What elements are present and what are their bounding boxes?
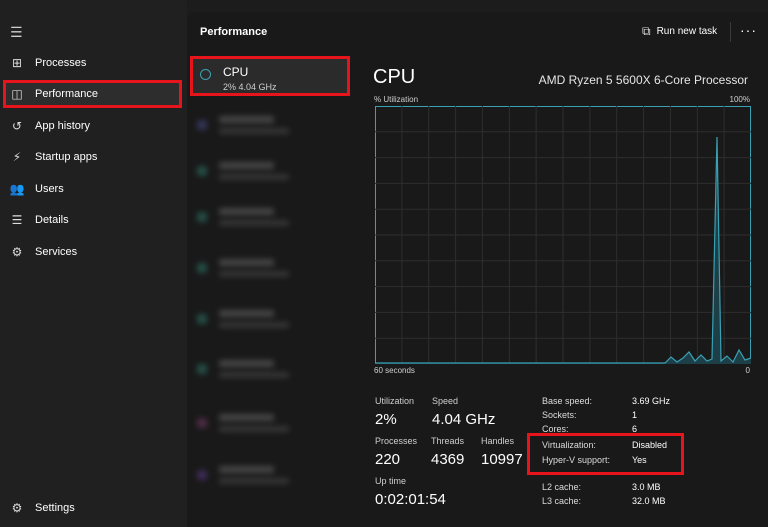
sidebar-item-label: Details: [35, 214, 69, 226]
l2-cache-value: 3.0 MB: [632, 482, 661, 492]
users-icon: 👥: [9, 182, 25, 196]
sidebar-item-label: Users: [35, 183, 64, 195]
device-status-icon: [197, 120, 207, 130]
app-history-icon: ↺: [11, 119, 23, 133]
virtualization-label: Virtualization:: [542, 440, 596, 450]
device-status-icon: [197, 418, 207, 428]
handles-label: Handles: [481, 436, 515, 446]
sidebar-item-details[interactable]: ☰ Details: [0, 206, 187, 234]
uptime-value: 0:02:01:54: [375, 491, 446, 508]
blurred-device-item[interactable]: [197, 114, 297, 142]
sidebar-item-label: Performance: [35, 88, 98, 100]
hamburger-menu-icon[interactable]: ☰: [10, 24, 23, 41]
sidebar-item-label: Startup apps: [35, 151, 98, 163]
run-new-task-label: Run new task: [656, 26, 718, 37]
sidebar-item-label: Processes: [35, 57, 87, 69]
utilization-value: 2%: [375, 411, 397, 428]
sidebar-item-label: Services: [35, 246, 78, 258]
l3-cache-label: L3 cache:: [542, 496, 582, 506]
processes-icon: ⊞: [11, 56, 23, 70]
sidebar-item-label: Settings: [35, 502, 75, 514]
cpu-status-icon: [200, 69, 211, 80]
sidebar-item-label: App history: [35, 120, 91, 132]
cpu-utilization-graph: [375, 106, 751, 364]
blurred-device-item[interactable]: [197, 257, 297, 285]
page-title: Performance: [200, 26, 268, 38]
startup-apps-icon: ⚡: [12, 150, 22, 164]
hyperv-support-label: Hyper-V support:: [542, 455, 611, 465]
sidebar-item-app-history[interactable]: ↺ App history: [0, 112, 187, 140]
blurred-device-item[interactable]: [197, 160, 297, 188]
device-status-icon: [197, 470, 207, 480]
utilization-axis-label: % Utilization: [374, 95, 419, 104]
utilization-label: Utilization: [375, 396, 415, 406]
device-list: CPU 2% 4.04 GHz: [187, 52, 357, 527]
device-status-icon: [197, 212, 207, 222]
l3-cache-value: 32.0 MB: [632, 496, 666, 506]
blurred-device-item[interactable]: [197, 412, 297, 440]
performance-icon: ◫: [11, 87, 23, 101]
top-bar: Performance ⧉ Run new task ···: [187, 12, 768, 52]
toolbar-divider: [730, 22, 731, 42]
processes-label: Processes: [375, 436, 418, 446]
hyperv-support-value: Yes: [632, 455, 647, 465]
time-axis-zero-label: 0: [745, 366, 750, 375]
virtualization-value: Disabled: [632, 440, 668, 450]
handles-value: 10997: [481, 451, 523, 468]
sidebar: ☰ ⊞ Processes ◫ Performance ↺ App histor…: [0, 0, 187, 527]
base-speed-value: 3.69 GHz: [632, 396, 671, 406]
sidebar-item-settings[interactable]: ⚙ Settings: [0, 494, 187, 522]
cpu-detail-pane: CPU AMD Ryzen 5 5600X 6-Core Processor %…: [357, 52, 768, 527]
device-item-name: CPU: [223, 65, 249, 79]
detail-title: CPU: [373, 66, 416, 88]
device-status-icon: [197, 364, 207, 374]
threads-value: 4369: [431, 451, 465, 468]
sockets-label: Sockets:: [542, 410, 577, 420]
device-item-summary: 2% 4.04 GHz: [223, 82, 277, 92]
l2-cache-label: L2 cache:: [542, 482, 582, 492]
sidebar-item-users[interactable]: 👥 Users: [0, 175, 187, 203]
sidebar-item-performance[interactable]: ◫ Performance: [3, 80, 182, 108]
gear-icon: ⚙: [11, 501, 23, 515]
run-new-task-button[interactable]: ⧉ Run new task: [642, 24, 717, 39]
sidebar-item-services[interactable]: ⚙ Services: [0, 238, 187, 266]
device-status-icon: [197, 263, 207, 273]
device-status-icon: [197, 314, 207, 324]
blurred-device-item[interactable]: [197, 358, 297, 386]
utilization-max-label: 100%: [729, 95, 750, 104]
blurred-device-item[interactable]: [197, 308, 297, 336]
run-task-icon: ⧉: [642, 24, 651, 38]
blurred-device-item[interactable]: [197, 206, 297, 234]
device-status-icon: [197, 166, 207, 176]
main-panel: Performance ⧉ Run new task ··· CPU 2% 4.…: [187, 12, 768, 527]
cpu-model-name: AMD Ryzen 5 5600X 6-Core Processor: [538, 73, 748, 87]
base-speed-label: Base speed:: [542, 396, 593, 406]
time-axis-label: 60 seconds: [374, 366, 415, 375]
sidebar-item-startup-apps[interactable]: ⚡ Startup apps: [0, 143, 187, 171]
sockets-value: 1: [632, 410, 638, 420]
blurred-device-item[interactable]: [197, 464, 297, 492]
speed-label: Speed: [432, 396, 459, 406]
sidebar-item-processes[interactable]: ⊞ Processes: [0, 49, 187, 77]
details-icon: ☰: [11, 213, 23, 227]
processes-value: 220: [375, 451, 401, 468]
more-options-icon[interactable]: ···: [740, 22, 757, 38]
services-icon: ⚙: [11, 245, 23, 259]
threads-label: Threads: [431, 436, 465, 446]
device-item-cpu[interactable]: CPU 2% 4.04 GHz: [190, 56, 350, 96]
uptime-label: Up time: [375, 476, 407, 486]
speed-value: 4.04 GHz: [432, 411, 496, 428]
